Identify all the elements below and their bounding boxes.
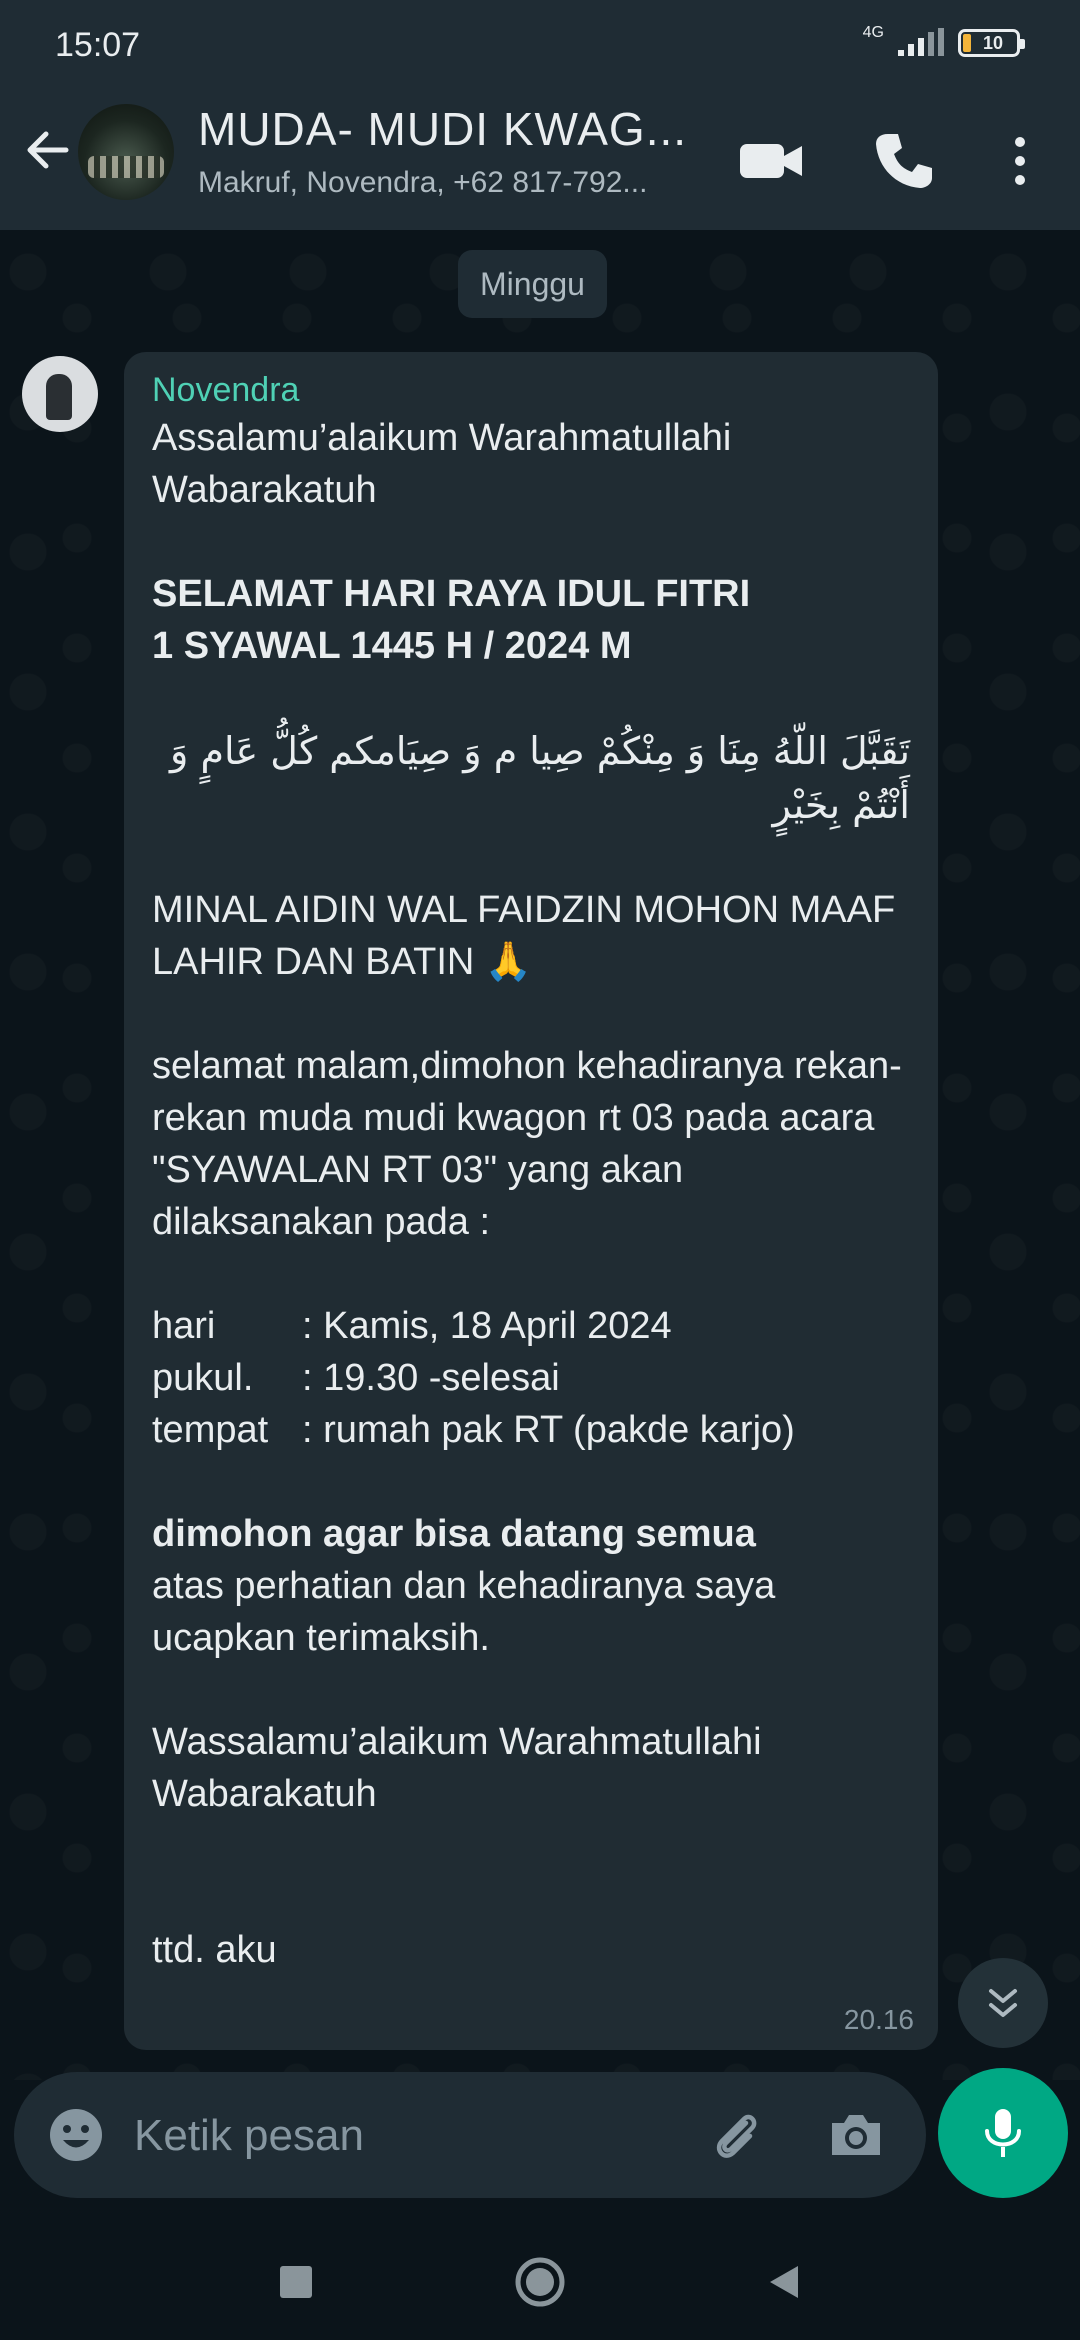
- sender-name[interactable]: Novendra: [152, 368, 910, 412]
- back-nav-button[interactable]: [756, 2254, 812, 2310]
- message-invitation: selamat malam,dimohon kehadiranya rekan-…: [152, 1045, 902, 1243]
- group-title[interactable]: MUDA- MUDI KWAG...: [198, 102, 698, 156]
- message-greeting: Assalamu’alaikum Warahmatullahi Wabaraka…: [152, 417, 732, 511]
- circle-icon: [515, 2257, 565, 2307]
- microphone-button[interactable]: [938, 2068, 1068, 2198]
- event-schedule: hari : Kamis, 18 April 2024 pukul. : 19.…: [152, 1300, 910, 1456]
- schedule-key: tempat: [152, 1409, 269, 1451]
- more-vertical-icon[interactable]: [1000, 126, 1040, 196]
- paperclip-icon[interactable]: [704, 2103, 768, 2167]
- emoji-icon[interactable]: [44, 2103, 108, 2167]
- square-icon: [280, 2266, 312, 2298]
- network-type: 4G: [862, 24, 884, 41]
- schedule-value: : 19.30 -selesai: [302, 1357, 560, 1399]
- message-closing: Wassalamu’alaikum Warahmatullahi Wabarak…: [152, 1721, 762, 1815]
- group-members[interactable]: Makruf, Novendra, +62 817-792...: [198, 166, 708, 200]
- group-avatar[interactable]: [78, 104, 174, 200]
- schedule-key: hari: [152, 1305, 216, 1347]
- message-minal: MINAL AIDIN WAL FAIDZIN MOHON MAAF LAHIR…: [152, 889, 896, 983]
- status-time: 15:07: [55, 26, 141, 64]
- camera-icon[interactable]: [824, 2103, 888, 2167]
- arrow-left-icon[interactable]: [18, 120, 78, 180]
- chat-area[interactable]: Minggu Novendra Assalamu’alaikum Warahma…: [0, 230, 1080, 2080]
- message-request: dimohon agar bisa datang semua: [152, 1513, 756, 1555]
- sender-avatar[interactable]: [22, 356, 98, 432]
- recents-button[interactable]: [268, 2254, 324, 2310]
- message-arabic: تَقَبَّلَ اللّهُ مِنَا وَ مِنْكُمْ صِيا …: [170, 729, 910, 827]
- message-headline-1: SELAMAT HARI RAYA IDUL FITRI: [152, 573, 751, 615]
- signal-icon: [898, 28, 944, 56]
- triangle-back-icon: [770, 2266, 798, 2298]
- scroll-to-bottom-button[interactable]: [958, 1958, 1048, 2048]
- message-headline-2: 1 SYAWAL 1445 H / 2024 M: [152, 625, 632, 667]
- schedule-key: pukul.: [152, 1357, 254, 1399]
- video-camera-icon[interactable]: [736, 126, 806, 196]
- message-signature: ttd. aku: [152, 1929, 277, 1971]
- message-thanks: atas perhatian dan kehadiranya saya ucap…: [152, 1565, 776, 1659]
- phone-icon[interactable]: [868, 126, 938, 196]
- battery-level: 10: [982, 32, 1004, 53]
- system-nav-bar: [0, 2212, 1080, 2340]
- schedule-row: hari : Kamis, 18 April 2024: [152, 1300, 910, 1352]
- status-bar: 15:07 4G 10: [0, 0, 1080, 90]
- home-button[interactable]: [512, 2254, 568, 2310]
- message-input[interactable]: [132, 2102, 696, 2170]
- schedule-value: : Kamis, 18 April 2024: [302, 1305, 672, 1347]
- date-chip: Minggu: [458, 250, 607, 318]
- chat-header: MUDA- MUDI KWAG... Makruf, Novendra, +62…: [0, 90, 1080, 230]
- battery-icon: 10: [958, 29, 1025, 57]
- schedule-value: : rumah pak RT (pakde karjo): [302, 1409, 795, 1451]
- status-indicators: 4G 10: [863, 24, 1025, 58]
- message-composer: [14, 2072, 926, 2198]
- microphone-icon: [985, 2109, 1021, 2157]
- schedule-row: tempat : rumah pak RT (pakde karjo): [152, 1404, 910, 1456]
- double-chevron-down-icon: [989, 1989, 1017, 2017]
- message-bubble[interactable]: Novendra Assalamu’alaikum Warahmatullahi…: [124, 352, 938, 2050]
- schedule-row: pukul. : 19.30 -selesai: [152, 1352, 910, 1404]
- message-timestamp: 20.16: [843, 2004, 914, 2035]
